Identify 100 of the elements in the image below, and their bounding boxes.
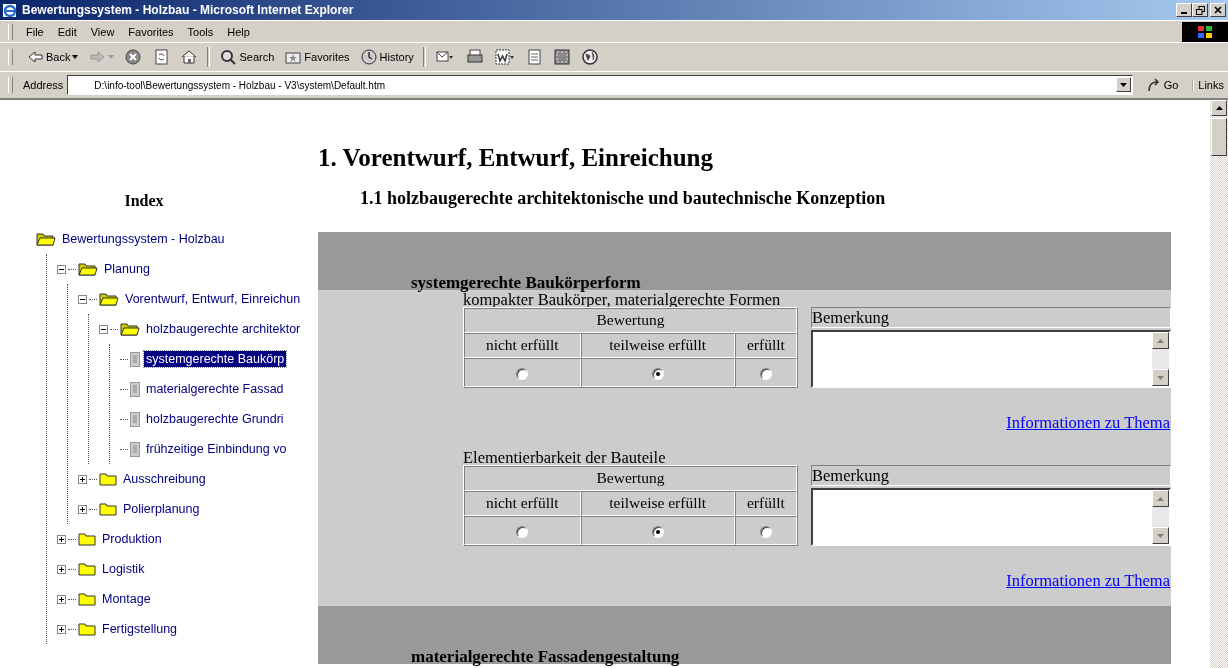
tree-item[interactable]: Planung [102, 261, 152, 277]
scrollbar[interactable] [1210, 100, 1228, 668]
caret-icon [108, 55, 115, 59]
section-title: materialgerechte Fassadengestaltung [411, 648, 680, 665]
search-icon [219, 48, 238, 66]
print-icon [465, 48, 484, 66]
menu-item[interactable]: File [19, 23, 51, 40]
tree-item[interactable]: materialgerechte Fassad [144, 381, 286, 397]
menu-item[interactable]: Favorites [121, 23, 181, 40]
scroll-down-icon[interactable] [1157, 375, 1164, 380]
minimize-button[interactable] [1176, 3, 1192, 17]
folder-icon [99, 501, 117, 517]
history-icon [359, 48, 378, 66]
curved-arrow-icon [1146, 78, 1161, 92]
table-header: Bewertung [464, 308, 797, 333]
go-button[interactable]: Go [1136, 78, 1189, 92]
radio-button[interactable] [651, 525, 664, 538]
radio-button[interactable] [759, 367, 772, 380]
page-subheading: 1.1 holzbaugerechte architektonische und bautechnische Konzeption [359, 188, 887, 210]
page-icon [130, 351, 140, 367]
page-heading: 1. Vorentwurf, Entwurf, Einreichung [318, 143, 714, 173]
favorites-button[interactable]: Favorites [281, 46, 353, 68]
tree-item[interactable]: Logistik [100, 561, 147, 577]
criterion-label: Elementierbarkeit der Bauteile [463, 450, 667, 465]
collapse-icon[interactable] [57, 264, 66, 274]
collapse-icon[interactable] [78, 294, 87, 304]
dropdown-button[interactable] [1115, 77, 1131, 92]
tree-item[interactable]: Produktion [100, 531, 164, 547]
expand-icon[interactable] [78, 504, 87, 514]
page-icon [130, 441, 140, 457]
collapse-icon[interactable] [99, 324, 108, 334]
browser-logo-icon [2, 2, 18, 18]
remark-header: Bemerkung [811, 307, 1171, 328]
page-icon [130, 411, 140, 427]
table-header: nicht erfüllt [464, 490, 581, 516]
expand-icon[interactable] [57, 564, 66, 574]
tree-item[interactable]: Polierplanung [121, 501, 202, 517]
address-label: Address [23, 79, 64, 91]
home-icon [180, 48, 199, 66]
menu-item[interactable]: Tools [180, 23, 221, 40]
table-header: Bewertung [464, 466, 797, 491]
tree-item[interactable]: systemgerechte Baukörp [144, 351, 287, 367]
info-link[interactable]: Informationen zu Thema [1006, 571, 1170, 590]
restore-button[interactable] [1192, 3, 1208, 17]
index-title: Index [123, 191, 165, 211]
table-header: nicht erfüllt [464, 332, 581, 358]
tree-item[interactable]: Ausschreibung [121, 471, 208, 487]
refresh-icon [152, 48, 171, 66]
window-title: Bewertungssystem - Holzbau - Microsoft Internet Explorer [22, 3, 355, 17]
back-button[interactable]: Back [23, 46, 82, 68]
close-icon [1214, 6, 1222, 14]
radio-button[interactable] [516, 367, 529, 380]
tree-item[interactable]: holzbaugerechte architektor [144, 321, 303, 337]
menu-item[interactable]: Help [220, 23, 257, 40]
restore-icon [1195, 5, 1205, 15]
tree-item[interactable]: Vorentwurf, Entwurf, Einreichun [123, 291, 303, 307]
folder-icon [99, 471, 117, 487]
open-folder-icon [78, 261, 98, 277]
table-header: erfüllt [734, 332, 797, 358]
stop-icon [124, 48, 143, 66]
table-header: teilweise erfüllt [580, 332, 735, 358]
history-button[interactable]: History [356, 46, 417, 68]
menu-item[interactable]: Edit [50, 23, 84, 40]
remark-header: Bemerkung [811, 465, 1171, 486]
tree-item[interactable]: Montage [100, 591, 153, 607]
scroll-down-icon[interactable] [1157, 533, 1164, 538]
close-button[interactable] [1210, 3, 1226, 17]
open-folder-icon [120, 321, 140, 337]
scroll-thumb[interactable] [1211, 118, 1227, 156]
tree-item[interactable]: frühzeitige Einbindung vo [144, 441, 289, 457]
criterion-label: kompakter Baukörper, materialgerechte Formen [463, 292, 782, 307]
edit-icon [493, 48, 515, 66]
messenger-icon [552, 48, 571, 66]
expand-icon[interactable] [57, 594, 66, 604]
section-title: systemgerechte Baukörperform [411, 274, 641, 291]
globe-icon [580, 48, 599, 66]
table-header: erfüllt [734, 490, 797, 516]
info-link[interactable]: Informationen zu Thema [1006, 413, 1170, 432]
scroll-up-icon[interactable] [1215, 106, 1223, 110]
caret-icon [72, 55, 79, 59]
table-header: teilweise erfüllt [580, 490, 735, 516]
links-button[interactable]: Links [1192, 79, 1228, 91]
folder-icon [78, 561, 96, 577]
remark-field[interactable] [811, 330, 1171, 388]
folder-icon [78, 591, 96, 607]
radio-button[interactable] [651, 367, 664, 380]
tree-item[interactable]: Fertigstellung [100, 621, 180, 637]
menu-item[interactable]: View [83, 23, 122, 40]
tree-item[interactable]: Bewertungssystem - Holzbau [60, 231, 227, 247]
expand-icon[interactable] [78, 474, 87, 484]
address-field[interactable]: D:\info-tool\Bewertungssystem - Holzbau - V3\system\Default.htm [67, 75, 1133, 95]
search-button[interactable]: Search [216, 46, 278, 68]
page-icon [130, 381, 140, 397]
expand-icon[interactable] [57, 624, 66, 634]
expand-icon[interactable] [57, 534, 66, 544]
tree-item[interactable]: holzbaugerechte Grundri [144, 411, 286, 427]
windows-flag-icon [1197, 24, 1213, 39]
radio-button[interactable] [759, 525, 772, 538]
remark-field[interactable] [811, 488, 1171, 546]
open-folder-icon [99, 291, 119, 307]
